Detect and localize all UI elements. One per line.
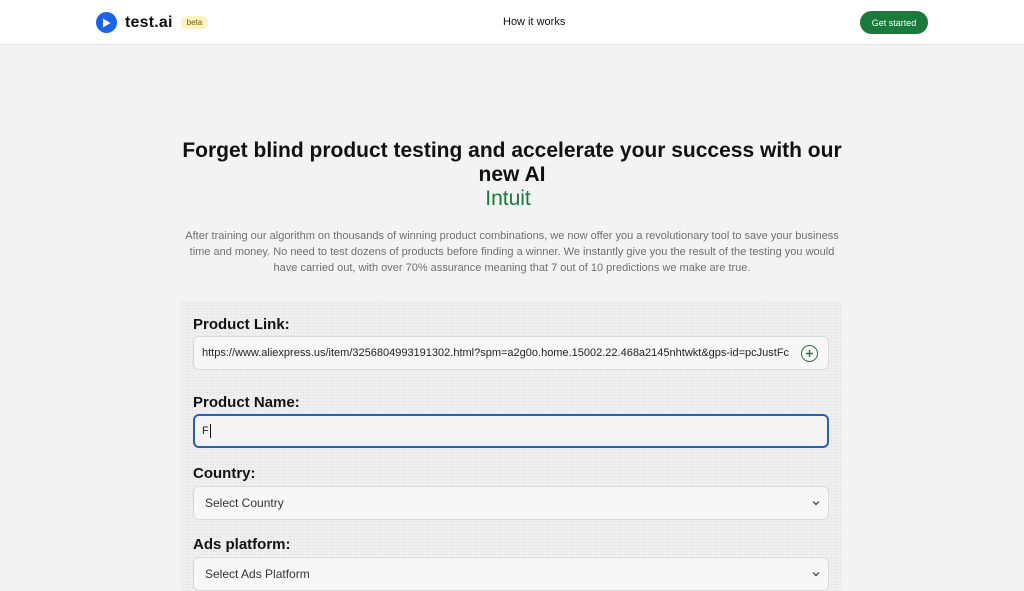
play-icon	[96, 12, 117, 33]
get-started-button[interactable]: Get started	[860, 11, 928, 34]
country-select-value: Select Country	[205, 496, 284, 510]
how-it-works-link[interactable]: How it works	[503, 16, 565, 28]
product-link-input[interactable]: https://www.aliexpress.us/item/325680499…	[193, 336, 829, 370]
product-name-label: Product Name:	[193, 394, 300, 411]
country-select[interactable]: Select Country	[193, 486, 829, 520]
product-link-label: Product Link:	[193, 316, 290, 333]
hero-title: Forget blind product testing and acceler…	[182, 139, 842, 186]
text-caret	[209, 424, 211, 438]
top-navbar: test.ai beta How it works Get started	[0, 0, 1024, 45]
ads-platform-select-value: Select Ads Platform	[205, 567, 310, 581]
chevron-down-icon	[812, 501, 820, 506]
country-label: Country:	[193, 465, 256, 482]
brand-name: test.ai	[125, 13, 173, 31]
hero-accent-text: Intuit	[485, 187, 531, 210]
add-circle-icon[interactable]	[801, 345, 818, 362]
ads-platform-label: Ads platform:	[193, 536, 291, 553]
beta-badge: beta	[180, 16, 209, 29]
ads-platform-select[interactable]: Select Ads Platform	[193, 557, 829, 591]
brand-logo[interactable]: test.ai beta	[96, 12, 209, 33]
hero-description: After training our algorithm on thousand…	[185, 230, 839, 274]
chevron-down-icon	[812, 572, 820, 577]
product-name-value: F	[202, 425, 209, 437]
product-name-input[interactable]: F	[193, 414, 829, 448]
